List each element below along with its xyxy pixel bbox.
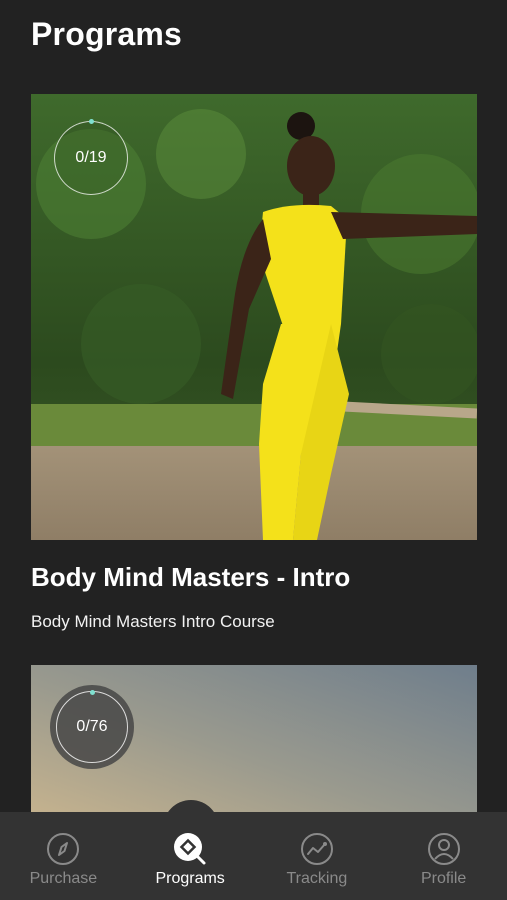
page-title: Programs: [31, 16, 182, 52]
nav-label-purchase: Purchase: [29, 870, 98, 887]
nav-item-programs[interactable]: Programs: [127, 812, 254, 900]
progress-count: 0/19: [75, 149, 107, 166]
nav-item-purchase[interactable]: Purchase: [0, 812, 127, 900]
profile-icon: [427, 832, 461, 866]
nav-label-tracking: Tracking: [286, 870, 348, 887]
nav-label-programs: Programs: [155, 870, 225, 887]
progress-dot-2: [90, 690, 95, 695]
program-card-image[interactable]: 0/19: [31, 94, 477, 540]
programs-icon: [173, 832, 207, 866]
tracking-icon: [300, 832, 334, 866]
program-card-image-2[interactable]: 0/76: [31, 665, 477, 825]
nav-label-profile: Profile: [420, 870, 467, 887]
program-subtitle: Body Mind Masters Intro Course: [31, 612, 275, 631]
progress-ring: 0/19: [54, 119, 128, 195]
compass-icon: [46, 832, 80, 866]
progress-ring-inner: 0/76: [56, 691, 128, 763]
progress-dot: [89, 119, 94, 124]
progress-count-2: 0/76: [76, 718, 108, 735]
progress-ring-2: 0/76: [50, 685, 134, 769]
program-title[interactable]: Body Mind Masters - Intro: [31, 562, 350, 593]
nav-item-tracking[interactable]: Tracking: [254, 812, 381, 900]
nav-item-profile[interactable]: Profile: [380, 812, 507, 900]
bottom-nav: Purchase Programs Tracking Profile: [0, 812, 507, 900]
